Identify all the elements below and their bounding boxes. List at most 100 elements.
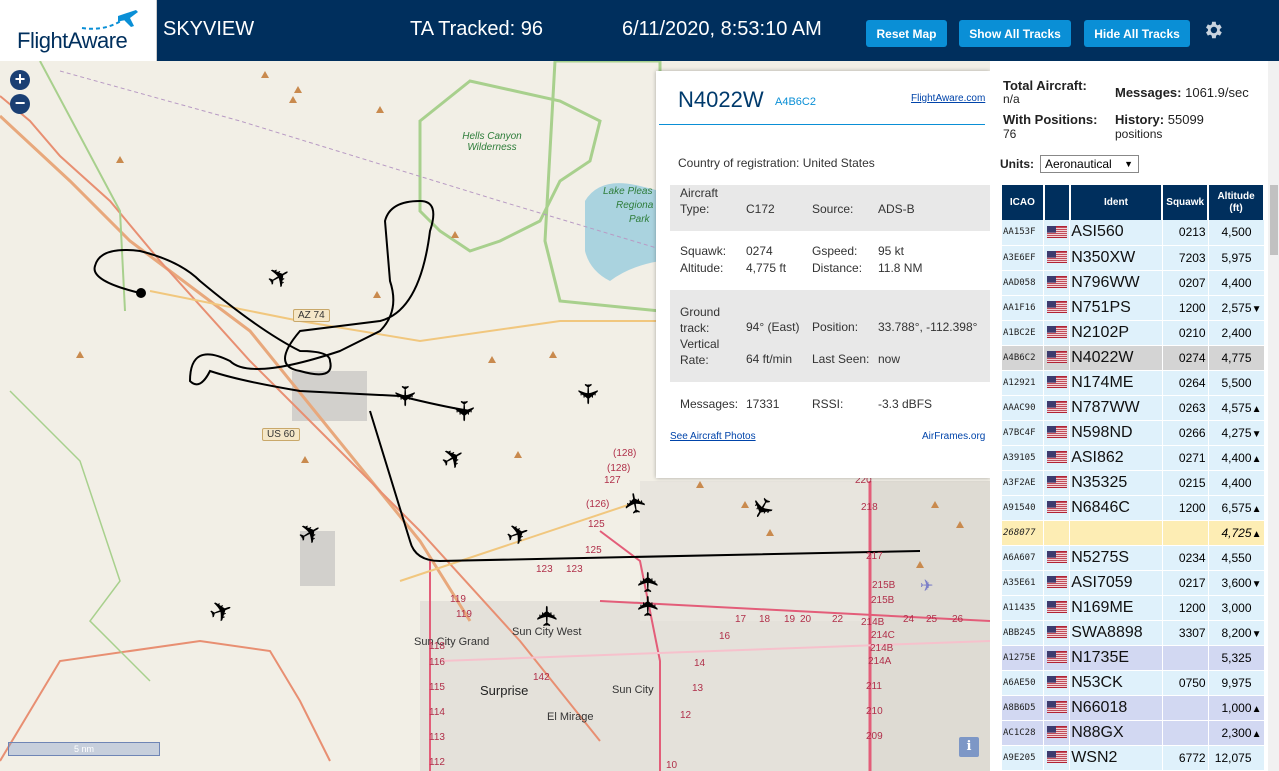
rssi-label: RSSI: [812, 397, 844, 411]
col-icao[interactable]: ICAO [1002, 185, 1045, 220]
squawk-cell: 0274 [1162, 345, 1209, 371]
table-row[interactable]: AAD058 N796WW 0207 4,400 [1002, 270, 1265, 296]
road-number: 17 [735, 614, 747, 625]
table-row[interactable]: A9E205 WSN2 6772 12,075 [1002, 745, 1265, 771]
see-aircraft-photos-link[interactable]: See Aircraft Photos [670, 431, 756, 442]
table-row[interactable]: A39105 ASI862 0271 4,400▲ [1002, 445, 1265, 471]
table-row[interactable]: A11435 N169ME 1200 3,000 [1002, 595, 1265, 621]
ident-cell: N598ND [1069, 420, 1163, 446]
zoom-in-button[interactable]: + [10, 70, 30, 90]
sun-city-label: Sun City [612, 684, 654, 696]
gear-icon[interactable] [1202, 19, 1224, 41]
reset-map-button[interactable]: Reset Map [866, 20, 947, 47]
altitude-value: 3,000 [1221, 600, 1252, 615]
svg-text:✈: ✈ [502, 515, 535, 554]
us60-shield: US 60 [262, 428, 300, 441]
table-row[interactable]: A8B6D5 N66018 1,000▲ [1002, 695, 1265, 721]
units-select[interactable]: Aeronautical ▼ [1040, 155, 1139, 173]
distance-label: Distance: [812, 261, 863, 275]
ident-cell: N6846C [1069, 495, 1163, 521]
selected-icao[interactable]: A4B6C2 [775, 96, 816, 108]
col-squawk[interactable]: Squawk [1162, 185, 1210, 220]
col-altitude[interactable]: Altitude (ft) [1208, 185, 1265, 220]
table-row[interactable]: ABB245 SWA8898 3307 8,200▼ [1002, 620, 1265, 646]
airframes-link[interactable]: AirFrames.org [922, 431, 985, 442]
zoom-out-button[interactable]: − [10, 94, 30, 114]
road-number: 214B [861, 617, 885, 628]
road-number: 214B [870, 643, 894, 654]
scrollbar-thumb[interactable] [1270, 185, 1278, 255]
current-datetime: 6/11/2020, 8:53:10 AM [622, 18, 822, 40]
messages-value: 17331 [746, 397, 780, 411]
altitude-value: 4,550 [1221, 550, 1252, 565]
table-row[interactable]: A12921 N174ME 0264 5,500 [1002, 370, 1265, 396]
road-number: 18 [759, 614, 771, 625]
svg-text:✈: ✈ [435, 438, 472, 478]
altitude-value: 9,975 [1221, 675, 1252, 690]
road-number: 218 [861, 502, 878, 513]
altitude-cell: 6,575▲ [1208, 495, 1265, 521]
altitude-value: 8,200 [1221, 625, 1252, 640]
hide-all-tracks-button[interactable]: Hide All Tracks [1084, 20, 1190, 47]
road-number: 119 [456, 609, 472, 620]
ground-track-value: 94° (East) [746, 320, 800, 334]
flightaware-logo[interactable]: FlightAware [0, 0, 157, 61]
squawk-cell [1162, 645, 1209, 671]
table-row[interactable]: AAAC90 N787WW 0263 4,575▲ [1002, 395, 1265, 421]
altitude-value: 1,000 [1221, 700, 1252, 715]
altitude-trend-icon: ▲ [1251, 453, 1262, 465]
altitude-trend-icon: ▼ [1251, 628, 1262, 640]
svg-text:✈: ✈ [388, 384, 421, 407]
road-number: 116 [429, 657, 445, 668]
units-label: Units: [1000, 157, 1034, 171]
table-row[interactable]: AC1C28 N88GX 2,300▲ [1002, 720, 1265, 746]
show-all-tracks-button[interactable]: Show All Tracks [959, 20, 1071, 47]
surprise-label: Surprise [480, 683, 529, 698]
squawk-cell: 0234 [1162, 545, 1209, 571]
table-row[interactable]: A35E61 ASI7059 0217 3,600▼ [1002, 570, 1265, 596]
road-number: 209 [866, 731, 883, 742]
road-number: 215B [872, 580, 896, 591]
table-row[interactable]: A3E6EF N350XW 7203 5,975 [1002, 245, 1265, 271]
altitude-value: 4,575 [1221, 400, 1252, 415]
squawk-label: Squawk: [680, 244, 727, 258]
road-number: 10 [666, 760, 678, 771]
altitude-cell: 3,000 [1208, 595, 1265, 621]
flightaware-link[interactable]: FlightAware.com [911, 93, 985, 104]
top-bar: FlightAware SKYVIEW TA Tracked: 96 6/11/… [0, 0, 1279, 61]
table-row[interactable]: A1275E N1735E 5,325 [1002, 645, 1265, 671]
map-attribution-button[interactable]: i [959, 737, 979, 757]
icao-cell: A3F2AE [1002, 470, 1045, 496]
road-number: 13 [692, 683, 704, 694]
table-row[interactable]: A4B6C2 N4022W 0274 4,775 [1002, 345, 1265, 371]
altitude-value: 2,400 [1221, 325, 1252, 340]
squawk-cell: 7203 [1162, 245, 1209, 271]
road-number: 215B [871, 595, 895, 606]
position-value: 33.788°, -112.398° [878, 320, 978, 334]
squawk-cell: 1200 [1162, 295, 1209, 321]
sidebar-scrollbar[interactable] [1268, 61, 1279, 771]
altitude-cell: 3,600▼ [1208, 570, 1265, 596]
table-row[interactable]: A6AE50 N53CK 0750 9,975 [1002, 670, 1265, 696]
ground-track-label: Ground track: [680, 305, 721, 335]
col-ident[interactable]: Ident [1069, 185, 1164, 220]
road-number: (128) [607, 463, 631, 474]
ident-cell: N796WW [1069, 270, 1163, 296]
table-row[interactable]: A3F2AE N35325 0215 4,400 [1002, 470, 1265, 496]
aircraft-table-body: AA153F ASI560 0213 4,500 A3E6EF N350XW 7203 5,9… [1002, 220, 1265, 771]
squawk-cell: 0271 [1162, 445, 1209, 471]
table-row[interactable]: AA1F16 N751PS 1200 2,575▼ [1002, 295, 1265, 321]
table-row[interactable]: A91540 N6846C 1200 6,575▲ [1002, 495, 1265, 521]
aircraft-table: ICAO Ident Squawk Altitude (ft) AA153F AS… [1002, 185, 1265, 771]
table-row[interactable]: 268077 4,725▲ [1002, 520, 1265, 546]
road-number: 210 [866, 706, 883, 717]
table-row[interactable]: A1BC2E N2102P 0210 2,400 [1002, 320, 1265, 346]
road-number: 211 [866, 681, 882, 692]
rssi-value: -3.3 dBFS [878, 397, 933, 411]
table-row[interactable]: AA153F ASI560 0213 4,500 [1002, 220, 1265, 246]
table-row[interactable]: A7BC4F N598ND 0266 4,275▼ [1002, 420, 1265, 446]
col-flag[interactable] [1043, 185, 1071, 220]
table-row[interactable]: A6A607 N5275S 0234 4,550 [1002, 545, 1265, 571]
altitude-trend-icon: ▼ [1251, 303, 1262, 315]
icao-cell: A1275E [1002, 645, 1045, 671]
